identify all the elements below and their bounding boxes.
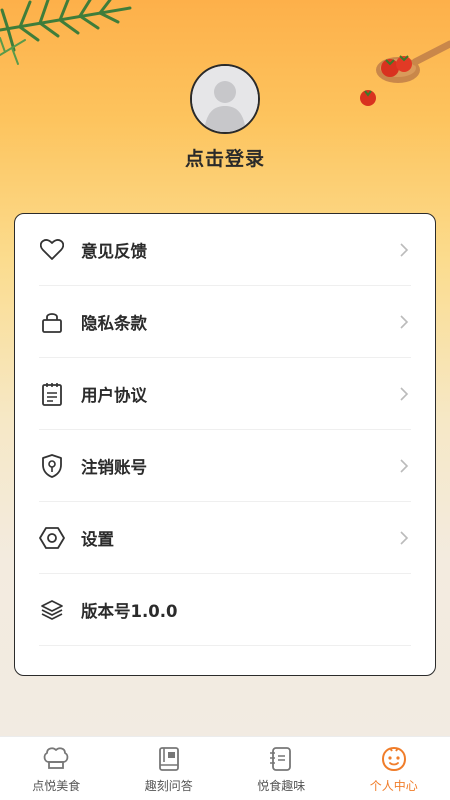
document-icon <box>39 381 65 407</box>
tab-food[interactable]: 点悦美食 <box>0 737 113 800</box>
login-link[interactable]: 点击登录 <box>0 144 450 171</box>
tab-label: 悦食趣味 <box>257 779 306 793</box>
version-label: 版本号1.0.0 <box>81 601 178 621</box>
heart-icon <box>39 237 65 263</box>
bottom-tab-bar: 点悦美食 趣刻问答 悦食趣味 个人中心 <box>0 736 450 800</box>
hexagon-settings-icon <box>39 525 65 551</box>
tab-label: 个人中心 <box>369 779 418 793</box>
menu-item-label: 用户协议 <box>81 385 147 405</box>
menu-item-version: 版本号1.0.0 <box>39 574 411 646</box>
chevron-right-icon <box>397 384 411 404</box>
menu-item-delete-account[interactable]: 注销账号 <box>39 430 411 502</box>
profile-section: 点击登录 <box>0 64 450 171</box>
notebook-icon <box>267 745 295 773</box>
tab-label: 点悦美食 <box>32 779 81 793</box>
chef-hat-icon <box>42 745 70 773</box>
menu-item-label: 注销账号 <box>81 457 147 477</box>
menu-item-privacy[interactable]: 隐私条款 <box>39 286 411 358</box>
chevron-right-icon <box>397 528 411 548</box>
chevron-right-icon <box>397 240 411 260</box>
smiley-face-icon <box>380 745 408 773</box>
chevron-right-icon <box>397 312 411 332</box>
lock-icon <box>39 309 65 335</box>
shield-key-icon <box>39 453 65 479</box>
layers-icon <box>39 597 65 623</box>
menu-card: 意见反馈 隐私条款 用户协议 注销账号 设置 版本号1.0.0 <box>14 213 436 676</box>
menu-item-settings[interactable]: 设置 <box>39 502 411 574</box>
menu-item-feedback[interactable]: 意见反馈 <box>39 214 411 286</box>
default-user-avatar-icon <box>192 66 258 132</box>
tab-fun[interactable]: 悦食趣味 <box>225 737 338 800</box>
menu-item-label: 设置 <box>81 529 114 549</box>
book-icon <box>155 745 183 773</box>
avatar[interactable] <box>190 64 260 134</box>
tab-qa[interactable]: 趣刻问答 <box>113 737 226 800</box>
chevron-right-icon <box>397 456 411 476</box>
tab-label: 趣刻问答 <box>144 779 193 793</box>
menu-item-label: 意见反馈 <box>81 241 147 261</box>
menu-item-user-agreement[interactable]: 用户协议 <box>39 358 411 430</box>
menu-item-label: 隐私条款 <box>81 313 147 333</box>
tab-profile[interactable]: 个人中心 <box>338 737 450 800</box>
